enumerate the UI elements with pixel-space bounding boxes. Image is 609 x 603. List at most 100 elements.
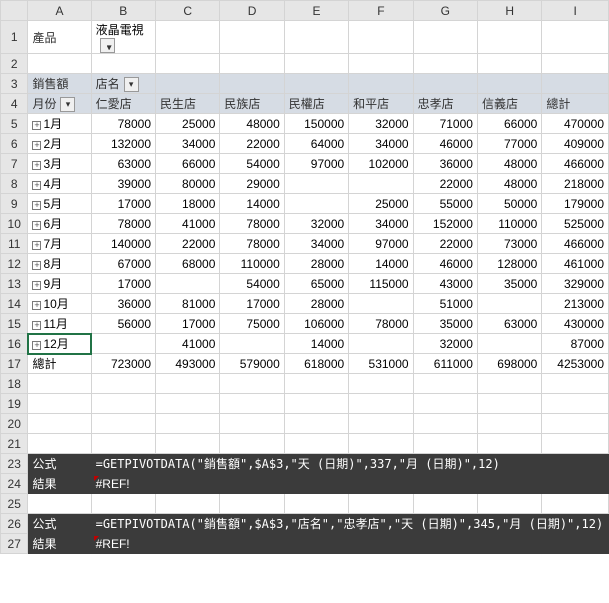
cell[interactable] <box>542 74 609 94</box>
expand-icon[interactable]: + <box>32 201 41 210</box>
data-cell[interactable]: 152000 <box>413 214 477 234</box>
row-12[interactable]: 12 <box>1 254 28 274</box>
cell[interactable] <box>220 534 284 554</box>
data-cell[interactable]: 54000 <box>220 154 284 174</box>
col-G[interactable]: G <box>413 1 477 21</box>
row-13[interactable]: 13 <box>1 274 28 294</box>
data-cell[interactable]: 179000 <box>542 194 609 214</box>
data-cell[interactable]: 55000 <box>413 194 477 214</box>
data-cell[interactable]: 17000 <box>91 194 155 214</box>
data-cell[interactable]: 22000 <box>156 234 220 254</box>
cell[interactable] <box>413 74 477 94</box>
row-1[interactable]: 1 <box>1 21 28 54</box>
data-cell[interactable]: 32000 <box>284 214 348 234</box>
data-cell[interactable]: 75000 <box>220 314 284 334</box>
row-10[interactable]: 10 <box>1 214 28 234</box>
expand-icon[interactable]: + <box>32 261 41 270</box>
data-cell[interactable]: 110000 <box>220 254 284 274</box>
data-cell[interactable]: 32000 <box>413 334 477 354</box>
cell[interactable] <box>542 394 609 414</box>
cell[interactable] <box>156 74 220 94</box>
cell[interactable] <box>28 54 91 74</box>
result-2[interactable]: #REF! <box>91 534 155 554</box>
data-cell[interactable]: 28000 <box>284 294 348 314</box>
data-cell[interactable]: 22000 <box>413 174 477 194</box>
cell[interactable] <box>477 374 541 394</box>
cell[interactable] <box>156 474 220 494</box>
expand-icon[interactable]: + <box>32 341 41 350</box>
row-5[interactable]: 5 <box>1 114 28 134</box>
total-cell[interactable]: 531000 <box>349 354 413 374</box>
data-cell[interactable] <box>349 174 413 194</box>
row-27[interactable]: 27 <box>1 534 28 554</box>
cell[interactable] <box>349 434 413 454</box>
col-C[interactable]: C <box>156 1 220 21</box>
cell[interactable] <box>413 434 477 454</box>
cell[interactable] <box>477 474 541 494</box>
cell[interactable] <box>413 374 477 394</box>
data-cell[interactable]: 25000 <box>349 194 413 214</box>
data-cell[interactable]: 106000 <box>284 314 348 334</box>
data-cell[interactable]: 43000 <box>413 274 477 294</box>
cell[interactable] <box>477 394 541 414</box>
data-cell[interactable]: 17000 <box>220 294 284 314</box>
select-all-corner[interactable] <box>1 1 28 21</box>
filter-dropdown-icon[interactable] <box>100 38 115 53</box>
data-cell[interactable]: 54000 <box>220 274 284 294</box>
col-A[interactable]: A <box>28 1 91 21</box>
formula-1[interactable]: =GETPIVOTDATA("銷售額",$A$3,"天 (日期)",337,"月… <box>91 454 608 474</box>
cell[interactable] <box>156 414 220 434</box>
store-dropdown-icon[interactable]: ▾ <box>124 77 139 92</box>
data-cell[interactable] <box>349 294 413 314</box>
data-cell[interactable]: 87000 <box>542 334 609 354</box>
total-cell[interactable]: 611000 <box>413 354 477 374</box>
total-cell[interactable]: 698000 <box>477 354 541 374</box>
cell[interactable] <box>156 434 220 454</box>
col-I[interactable]: I <box>542 1 609 21</box>
row-4[interactable]: 4 <box>1 94 28 114</box>
data-cell[interactable] <box>477 334 541 354</box>
cell[interactable] <box>284 54 348 74</box>
data-cell[interactable]: 329000 <box>542 274 609 294</box>
cell[interactable] <box>542 474 609 494</box>
formula-2[interactable]: =GETPIVOTDATA("銷售額",$A$3,"店名","忠孝店","天 (… <box>91 514 608 534</box>
month-cell[interactable]: +11月 <box>28 314 91 334</box>
data-cell[interactable]: 128000 <box>477 254 541 274</box>
data-cell[interactable]: 140000 <box>91 234 155 254</box>
data-cell[interactable] <box>477 294 541 314</box>
data-cell[interactable]: 110000 <box>477 214 541 234</box>
month-cell[interactable]: +1月 <box>28 114 91 134</box>
col-H[interactable]: H <box>477 1 541 21</box>
cell[interactable] <box>91 434 155 454</box>
cell[interactable] <box>542 414 609 434</box>
cell[interactable] <box>28 414 91 434</box>
data-cell[interactable]: 41000 <box>156 334 220 354</box>
cell[interactable] <box>349 394 413 414</box>
data-cell[interactable]: 14000 <box>284 334 348 354</box>
total-cell[interactable]: 4253000 <box>542 354 609 374</box>
cell[interactable] <box>28 374 91 394</box>
data-cell[interactable]: 36000 <box>413 154 477 174</box>
data-cell[interactable] <box>91 334 155 354</box>
row-7[interactable]: 7 <box>1 154 28 174</box>
cell[interactable] <box>284 494 348 514</box>
cell[interactable] <box>349 414 413 434</box>
row-11[interactable]: 11 <box>1 234 28 254</box>
data-cell[interactable]: 34000 <box>349 134 413 154</box>
month-cell[interactable]: +8月 <box>28 254 91 274</box>
data-cell[interactable]: 14000 <box>349 254 413 274</box>
expand-icon[interactable]: + <box>32 241 41 250</box>
data-cell[interactable]: 150000 <box>284 114 348 134</box>
data-cell[interactable]: 66000 <box>477 114 541 134</box>
cell[interactable] <box>349 54 413 74</box>
data-cell[interactable]: 66000 <box>156 154 220 174</box>
data-cell[interactable]: 48000 <box>220 114 284 134</box>
row-9[interactable]: 9 <box>1 194 28 214</box>
cell[interactable] <box>156 394 220 414</box>
data-cell[interactable]: 34000 <box>349 214 413 234</box>
data-cell[interactable]: 77000 <box>477 134 541 154</box>
data-cell[interactable]: 218000 <box>542 174 609 194</box>
cell[interactable] <box>220 414 284 434</box>
expand-icon[interactable]: + <box>32 221 41 230</box>
data-cell[interactable]: 34000 <box>284 234 348 254</box>
